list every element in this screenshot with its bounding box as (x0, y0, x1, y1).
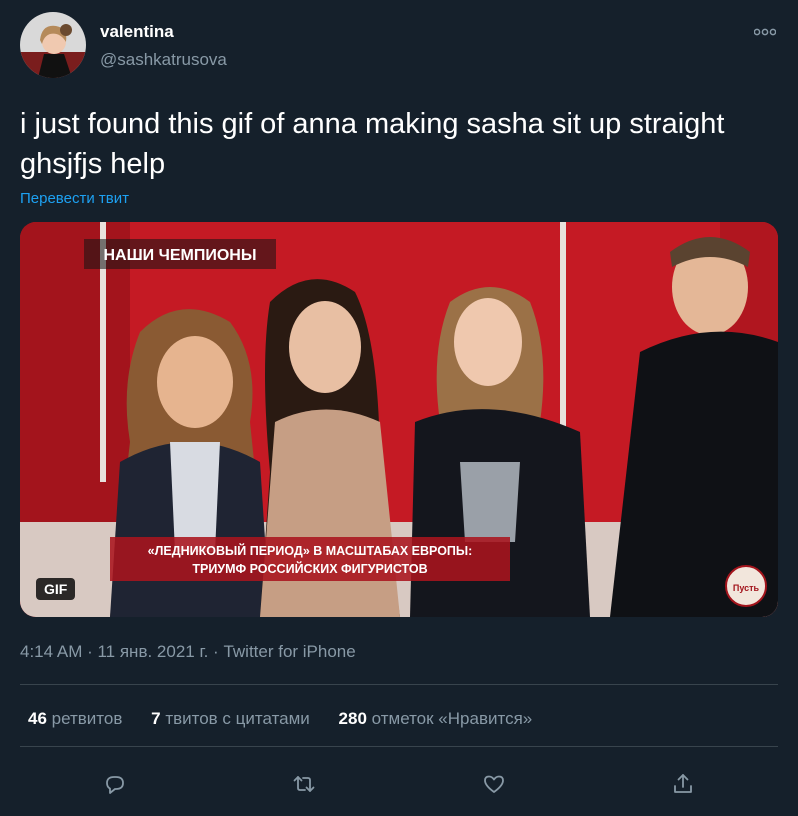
more-options-icon[interactable] (753, 24, 777, 42)
retweets-stat[interactable]: 46 ретвитов (28, 709, 122, 729)
retweet-button[interactable] (286, 766, 322, 802)
share-icon (674, 774, 692, 793)
reply-button[interactable] (97, 766, 133, 802)
media-frame: НАШИ ЧЕМПИОНЫ «ЛЕДНИКОВЫЙ ПЕРИОД» В МАСШ… (20, 222, 778, 617)
tweet-text: i just found this gif of anna making sas… (20, 108, 725, 180)
media-caption-line1: «ЛЕДНИКОВЫЙ ПЕРИОД» В МАСШТАБАХ ЕВРОПЫ: (148, 543, 473, 558)
retweets-label: ретвитов (46, 709, 123, 728)
tweet-date[interactable]: 11 янв. 2021 г. (97, 642, 208, 661)
likes-stat[interactable]: 280 отметок «Нравится» (339, 709, 533, 729)
quotes-stat[interactable]: 7 твитов с цитатами (151, 709, 310, 729)
divider (20, 746, 778, 747)
tweet-time[interactable]: 4:14 AM (20, 642, 82, 661)
share-button[interactable] (665, 766, 701, 802)
tweet-meta: 4:14 AM · 11 янв. 2021 г. · Twitter for … (20, 642, 356, 662)
like-icon (484, 775, 504, 793)
reply-icon (106, 776, 124, 794)
author-handle[interactable]: @sashkatrusova (100, 50, 227, 70)
quotes-count: 7 (151, 709, 161, 728)
divider (20, 684, 778, 685)
channel-logo: Пусть (733, 583, 760, 593)
meta-separator: · (208, 642, 224, 661)
media-banner-top: НАШИ ЧЕМПИОНЫ (103, 247, 256, 264)
tweet-source[interactable]: Twitter for iPhone (223, 642, 355, 661)
avatar[interactable] (20, 12, 86, 78)
retweet-icon (293, 776, 315, 792)
likes-count: 280 (338, 709, 367, 728)
tweet-stats: 46 ретвитов 7 твитов с цитатами 280 отме… (28, 709, 556, 729)
tweet-action-bar (0, 766, 798, 802)
tweet-media-gif[interactable]: НАШИ ЧЕМПИОНЫ «ЛЕДНИКОВЫЙ ПЕРИОД» В МАСШ… (20, 222, 778, 617)
translate-tweet-link[interactable]: Перевести твит (20, 190, 129, 207)
likes-label: отметок «Нравится» (366, 709, 533, 728)
retweets-count: 46 (28, 709, 47, 728)
gif-badge: GIF (36, 578, 76, 600)
quotes-label: твитов с цитатами (160, 709, 310, 728)
media-caption-line2: ТРИУМФ РОССИЙСКИХ ФИГУРИСТОВ (192, 561, 427, 576)
author-name[interactable]: valentina (100, 22, 174, 42)
like-button[interactable] (476, 766, 512, 802)
meta-separator: · (82, 642, 98, 661)
